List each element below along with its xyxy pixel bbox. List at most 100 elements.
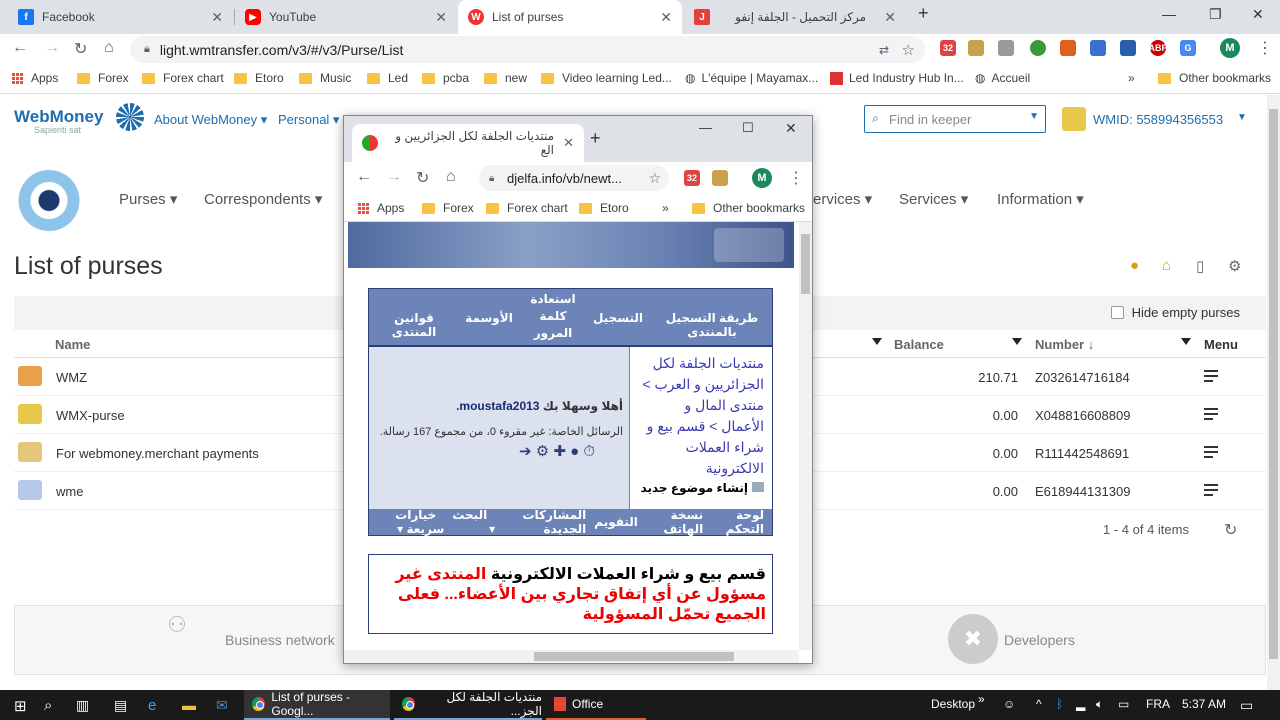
ext-icon[interactable] [1090, 40, 1106, 56]
business-network-link[interactable]: Business network [225, 632, 335, 648]
file-explorer-icon[interactable]: ▬ [182, 697, 196, 713]
nav-purses[interactable]: Purses ▾ [119, 190, 177, 208]
address-bar[interactable]: 🔒︎ light.wmtransfer.com/v3/#/v3/Purse/Li… [130, 36, 925, 63]
profile-avatar[interactable]: M [1220, 38, 1240, 58]
toolbar-overflow-icon[interactable]: » [978, 692, 985, 706]
task-view-icon[interactable]: ▥ [76, 697, 89, 714]
refresh-icon[interactable]: ↻ [1224, 520, 1237, 540]
bookmark-other[interactable]: Other bookmarks [1158, 71, 1271, 85]
taskbar-office[interactable]: Office [546, 690, 646, 720]
minimize-button[interactable]: — [1162, 6, 1176, 22]
fire-ext-icon[interactable] [1060, 40, 1076, 56]
people-ext-icon[interactable] [968, 40, 984, 56]
chevron-down-icon[interactable]: ▼ [1237, 112, 1247, 123]
close-icon[interactable]: ✕ [435, 9, 447, 26]
nav-quick-options[interactable]: خيارات سريعة ▾ [369, 508, 444, 536]
tablet-icon[interactable]: ▯ [1196, 257, 1204, 275]
back-icon[interactable]: ← [12, 39, 28, 57]
maximize-button[interactable]: ❐ [1209, 6, 1222, 23]
row-menu-icon[interactable] [1204, 408, 1218, 423]
battery-icon[interactable]: ▭ [1118, 697, 1129, 711]
volume-icon[interactable]: 🔈︎ [1096, 697, 1103, 712]
nav-correspondents[interactable]: Correspondents ▾ [204, 190, 322, 208]
gmail-ext-icon[interactable]: 32 [684, 170, 700, 186]
search-icon[interactable]: ⌕ [44, 697, 52, 714]
row-menu-icon[interactable] [1204, 370, 1218, 385]
user-tools-icons[interactable]: ➔ ⚙ ✚ ● ⏱ [373, 442, 623, 460]
clock[interactable]: 5:37 AM [1182, 697, 1226, 711]
filter-icon[interactable] [872, 338, 882, 345]
nav-services-partial[interactable]: ervices ▾ [813, 190, 872, 208]
taskbar-chrome-djelfa[interactable]: منتديات الجلفة لكل الجز... [394, 690, 542, 720]
nav-search[interactable]: البحث ▾ [452, 508, 495, 536]
popup-vertical-scrollbar[interactable] [799, 222, 812, 650]
tab-facebook[interactable]: f Facebook ✕ [8, 0, 233, 34]
bookmark-pcba[interactable]: pcba [422, 71, 469, 85]
bookmark-forex-chart[interactable]: Forex chart [486, 201, 568, 215]
close-icon[interactable]: ✕ [884, 9, 896, 26]
popup-tab-djelfa[interactable]: منتديات الجلفة لكل الجزائريين و الع ✕ [352, 124, 584, 162]
username-link[interactable]: moustafa2013 [459, 399, 539, 413]
profile-avatar[interactable]: M [752, 168, 772, 188]
home-purse-icon[interactable]: ⌂ [1162, 257, 1171, 274]
store-icon[interactable]: ▤ [114, 697, 127, 714]
mail-icon[interactable]: ✉ [216, 697, 228, 714]
more-menu-icon[interactable]: ⋮ [788, 168, 804, 188]
tab-djelfa[interactable]: J مركز التحميل - الجلفة إنفو ✕ [684, 0, 906, 34]
private-messages-info[interactable]: الرسائل الخاصة: غير مقروء 0، من مجموع 16… [373, 425, 623, 438]
new-tab-button[interactable]: + [590, 128, 601, 149]
translate-icon[interactable]: ⇄ [879, 43, 889, 57]
bookmark-led-industry[interactable]: Led Industry Hub In... [830, 71, 964, 85]
bluetooth-icon[interactable]: ᛒ [1056, 697, 1063, 711]
globe-ext-icon[interactable] [1030, 40, 1046, 56]
breadcrumb[interactable]: منتديات الجلفة لكل الجزائريين و العرب > … [629, 347, 772, 510]
webmoney-logo[interactable]: WebMoney [14, 107, 103, 127]
people-ext-icon[interactable] [712, 170, 728, 186]
close-icon[interactable]: ✕ [211, 9, 223, 26]
home-icon[interactable]: ⌂ [446, 168, 456, 186]
link-recover-password[interactable]: استعادة كلمة المرور [529, 291, 577, 342]
bookmark-lequipe[interactable]: ◍ L'équipe | Mayamax... [685, 71, 818, 85]
popup-horizontal-scrollbar[interactable] [344, 650, 799, 663]
nav-calendar[interactable]: التقويم [594, 515, 638, 529]
bookmark-accueil[interactable]: ◍ Accueil [975, 71, 1030, 85]
bookmark-new[interactable]: new [484, 71, 527, 85]
nav-mobile-version[interactable]: نسخة الهاتف [646, 508, 703, 536]
tab-list-of-purses[interactable]: W List of purses ✕ [458, 0, 682, 34]
bookmark-etoro[interactable]: Etoro [579, 201, 629, 215]
forward-icon[interactable]: → [44, 39, 60, 57]
network-icon[interactable]: ▂ [1076, 697, 1085, 711]
link-forum-rules[interactable]: قوانين المنتدى [373, 311, 455, 339]
tray-arrow-icon[interactable]: ^ [1036, 697, 1042, 711]
close-icon[interactable]: ✕ [563, 135, 574, 151]
link-register[interactable]: التسجيل [593, 311, 643, 325]
link-registration-method[interactable]: طريقة التسجيل بالمنتدى [651, 311, 773, 339]
bookmark-apps[interactable]: Apps [358, 201, 404, 215]
new-topic-button[interactable]: إنشاء موضوع جديد [638, 481, 764, 496]
tab-youtube[interactable]: ▶ YouTube ✕ [235, 0, 457, 34]
windows-start-icon[interactable]: ⊞ [14, 697, 27, 715]
gear-icon[interactable]: ⚙ [1228, 257, 1241, 275]
minimize-button[interactable]: — [699, 120, 712, 135]
bookmark-led[interactable]: Led [367, 71, 408, 85]
taskbar-chrome-purses[interactable]: List of purses - Googl... [244, 690, 390, 720]
filter-icon[interactable] [1012, 338, 1022, 345]
star-icon[interactable]: ☆ [902, 41, 915, 59]
star-icon[interactable]: ☆ [648, 170, 661, 187]
bookmark-etoro[interactable]: Etoro [234, 71, 284, 85]
people-icon[interactable]: ☺ [1003, 697, 1015, 711]
edge-icon[interactable]: e [148, 697, 156, 714]
popup-address-bar[interactable]: 🔒︎ djelfa.info/vb/newt... ☆ [479, 165, 669, 191]
bookmark-forex[interactable]: Forex [77, 71, 129, 85]
notifications-icon[interactable]: ▭ [1240, 697, 1253, 714]
chevron-down-icon[interactable]: ▼ [1029, 111, 1039, 122]
desktop-toolbar[interactable]: Desktop [931, 697, 975, 711]
nav-new-posts[interactable]: المشاركات الجديدة [503, 508, 586, 536]
nav-control-panel[interactable]: لوحة التحكم [711, 508, 764, 536]
forward-icon[interactable]: → [386, 168, 402, 186]
new-tab-button[interactable]: + [918, 3, 929, 24]
reload-icon[interactable]: ↻ [416, 168, 429, 188]
language-indicator[interactable]: FRA [1146, 697, 1170, 711]
close-window-button[interactable]: ✕ [1252, 6, 1264, 23]
bookmark-other[interactable]: Other bookmarks [692, 201, 805, 215]
